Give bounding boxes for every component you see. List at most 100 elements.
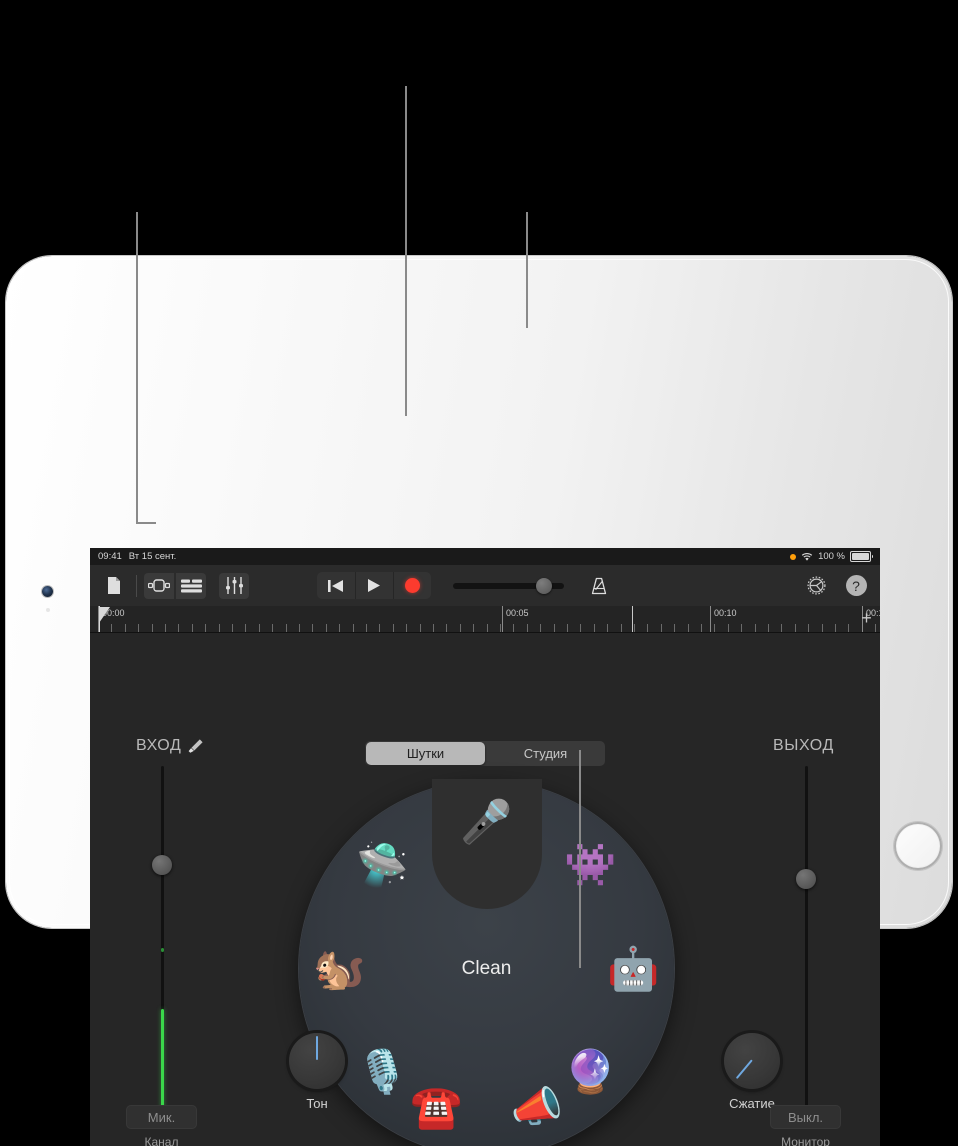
ruler-label-2: 00:10 bbox=[714, 608, 737, 618]
input-panel: ВХОД bbox=[136, 737, 204, 755]
ruler-tick bbox=[406, 624, 408, 632]
toolbar-divider bbox=[136, 574, 137, 597]
main-toolbar: ? bbox=[90, 565, 880, 607]
ruler-tick bbox=[218, 624, 220, 632]
ruler-tick bbox=[687, 624, 689, 632]
ruler-tick bbox=[258, 624, 260, 632]
callout-record-button bbox=[526, 212, 528, 328]
master-volume-knob[interactable] bbox=[536, 577, 552, 594]
ipad-screen: 09:41 Вт 15 сент. 100 % ? 00:00 00:05 00… bbox=[90, 548, 880, 1146]
timeline-ruler[interactable]: 00:00 00:05 00:10 00:15 + bbox=[90, 606, 880, 633]
ruler-tick bbox=[674, 624, 676, 632]
ruler-tick bbox=[245, 624, 247, 632]
ruler-tick bbox=[205, 624, 207, 632]
status-time: 09:41 bbox=[98, 551, 122, 562]
ruler-tick bbox=[634, 624, 635, 632]
ruler-tick bbox=[567, 624, 568, 632]
ruler-tick bbox=[151, 624, 153, 632]
help-button[interactable]: ? bbox=[841, 573, 871, 599]
ruler-tick bbox=[540, 624, 542, 632]
ruler-tick bbox=[165, 624, 166, 632]
ruler-tick bbox=[138, 624, 140, 632]
my-songs-icon[interactable] bbox=[99, 573, 129, 599]
preset-category-segmented-control[interactable]: Шутки Студия bbox=[365, 741, 605, 766]
wheel-preset-megaphone[interactable]: 📣 bbox=[505, 1075, 569, 1139]
record-button[interactable] bbox=[393, 572, 431, 599]
ruler-tick bbox=[366, 624, 367, 632]
ruler-tick bbox=[232, 624, 233, 632]
wheel-preset-monster-alien[interactable]: 👾 bbox=[558, 833, 622, 897]
compression-knob[interactable] bbox=[724, 1033, 780, 1089]
ruler-ticks bbox=[90, 606, 880, 632]
wheel-preset-gold-microphone[interactable]: 🎙️ bbox=[351, 1040, 415, 1104]
ruler-tick bbox=[526, 624, 528, 632]
battery-icon bbox=[850, 551, 873, 562]
ruler-tick bbox=[459, 624, 461, 632]
input-level-meter-tick bbox=[161, 948, 164, 952]
voice-effect-wheel[interactable]: Clean 🎤 👾 🤖 🔮 📣 ☎️ 🎙️ 🐿️ 🛸 bbox=[299, 779, 674, 1146]
monitor-caption: Монитор bbox=[781, 1135, 830, 1146]
ruler-tick bbox=[647, 624, 649, 632]
ruler-tick bbox=[781, 624, 783, 632]
callout-fun-tab bbox=[405, 86, 407, 416]
play-button[interactable] bbox=[355, 572, 393, 599]
status-date: Вт 15 сент. bbox=[128, 551, 177, 562]
wheel-preset-ufo[interactable]: 🛸 bbox=[351, 833, 415, 897]
wheel-preset-clean-microphone[interactable]: 🎤 bbox=[455, 790, 519, 854]
ruler-tick bbox=[124, 624, 126, 632]
ruler-tick bbox=[419, 624, 421, 632]
ruler-tick bbox=[272, 624, 274, 632]
ruler-tick bbox=[875, 624, 877, 632]
ruler-tick bbox=[607, 624, 609, 632]
settings-gear-icon[interactable] bbox=[801, 573, 831, 599]
segmented-fun[interactable]: Шутки bbox=[366, 742, 485, 765]
ruler-tick bbox=[392, 624, 394, 632]
ruler-tick bbox=[794, 624, 796, 632]
ruler-tick bbox=[620, 624, 622, 632]
tone-knob[interactable] bbox=[289, 1033, 345, 1089]
ruler-tick bbox=[741, 624, 743, 632]
ruler-tick bbox=[821, 624, 823, 632]
ruler-tick bbox=[285, 624, 287, 632]
rewind-button[interactable] bbox=[317, 572, 355, 599]
output-title: ВЫХОД bbox=[773, 737, 834, 754]
segmented-studio[interactable]: Студия bbox=[486, 741, 605, 766]
ruler-tick bbox=[178, 624, 180, 632]
callout-input-fader-vertical bbox=[136, 212, 138, 524]
add-track-button[interactable]: + bbox=[858, 609, 875, 627]
playhead-secondary[interactable] bbox=[632, 606, 633, 632]
playhead[interactable] bbox=[99, 606, 100, 632]
fx-controls-icon[interactable] bbox=[219, 572, 249, 599]
channel-button[interactable]: Мик. bbox=[126, 1105, 197, 1129]
transport-controls bbox=[317, 572, 431, 599]
ruler-tick bbox=[714, 624, 716, 632]
master-volume-slider[interactable] bbox=[453, 577, 564, 594]
monitor-button[interactable]: Выкл. bbox=[770, 1105, 841, 1129]
instrument-jack-icon bbox=[189, 738, 204, 753]
metronome-icon[interactable] bbox=[584, 573, 614, 599]
ipad-device-frame: 09:41 Вт 15 сент. 100 % ? 00:00 00:05 00… bbox=[6, 256, 952, 1146]
callout-voice-wheel bbox=[579, 750, 581, 968]
output-volume-fader-track[interactable] bbox=[805, 766, 808, 1116]
ruler-tick bbox=[352, 624, 354, 632]
input-title: ВХОД bbox=[136, 737, 182, 754]
mixer-view-icon[interactable] bbox=[176, 572, 206, 599]
output-volume-fader[interactable] bbox=[796, 869, 816, 889]
input-volume-fader[interactable] bbox=[152, 855, 172, 875]
ruler-tick bbox=[835, 624, 836, 632]
wheel-preset-robot[interactable]: 🤖 bbox=[602, 937, 666, 1001]
ruler-label-1: 00:05 bbox=[506, 608, 529, 618]
ruler-tick bbox=[513, 624, 515, 632]
home-button[interactable] bbox=[894, 822, 942, 870]
wheel-preset-chipmunk[interactable]: 🐿️ bbox=[308, 937, 372, 1001]
ruler-tick bbox=[379, 624, 381, 632]
tone-knob-group: Тон bbox=[289, 1033, 345, 1111]
front-camera bbox=[42, 586, 53, 597]
voice-plugin-stage: ВХОД ВЫХОД Шутки Студия Clean 🎤👾🤖🔮� bbox=[90, 633, 880, 1146]
track-view-icon[interactable] bbox=[144, 572, 174, 599]
callout-input-fader-horizontal bbox=[136, 522, 156, 524]
channel-caption: Канал bbox=[144, 1135, 179, 1146]
battery-percent: 100 % bbox=[818, 551, 845, 562]
ruler-tick bbox=[848, 624, 850, 632]
ruler-tick bbox=[486, 624, 488, 632]
